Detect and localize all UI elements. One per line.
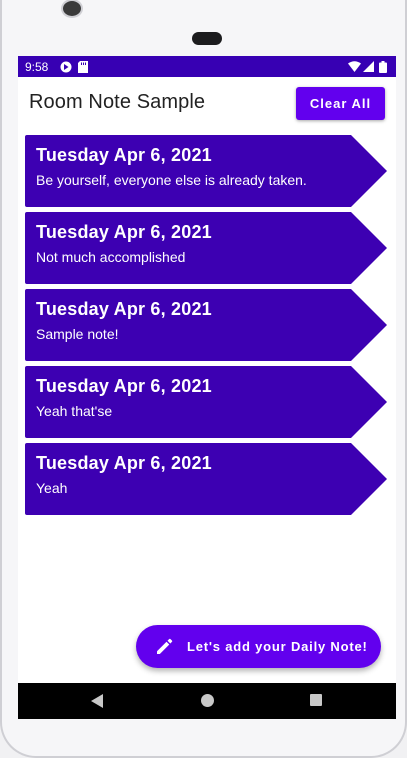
note-card[interactable]: Tuesday Apr 6, 2021 Not much accomplishe… [25,212,387,284]
note-text: Be yourself, everyone else is already ta… [36,172,307,188]
note-card[interactable]: Tuesday Apr 6, 2021 Yeah that'se [25,366,387,438]
note-date: Tuesday Apr 6, 2021 [36,453,212,473]
note-card[interactable]: Tuesday Apr 6, 2021 Be yourself, everyon… [25,135,387,207]
note-card[interactable]: Tuesday Apr 6, 2021 Yeah [25,443,387,515]
pencil-icon [157,638,173,654]
status-bar: 9:58 [18,56,396,77]
sd-card-icon [78,61,88,73]
cell-signal-icon [363,61,374,72]
note-date: Tuesday Apr 6, 2021 [36,299,212,319]
device-frame-container: 9:58 Room Note Sample Clear All Tuesday … [0,0,407,758]
system-nav-bar [18,683,396,719]
back-triangle-icon[interactable] [90,693,104,709]
app-title: Room Note Sample [29,91,206,113]
app-bar: Room Note Sample Clear All [18,77,396,133]
play-protect-icon [60,61,72,73]
app-screen: 9:58 Room Note Sample Clear All Tuesday … [18,56,396,719]
wifi-icon [348,61,361,72]
status-time: 9:58 [25,60,49,74]
note-card[interactable]: Tuesday Apr 6, 2021 Sample note! [25,289,387,361]
home-circle-icon[interactable] [200,693,215,708]
speaker-grille [192,32,222,45]
note-text: Yeah [36,480,68,496]
note-text: Yeah that'se [36,403,113,419]
note-date: Tuesday Apr 6, 2021 [36,376,212,396]
note-text: Not much accomplished [36,249,186,265]
add-note-fab[interactable]: Let's add your Daily Note! [136,625,381,668]
note-date: Tuesday Apr 6, 2021 [36,222,212,242]
battery-icon [379,61,387,73]
note-text: Sample note! [36,326,119,342]
recents-square-icon[interactable] [309,693,323,707]
clear-all-button[interactable]: Clear All [296,87,385,120]
note-date: Tuesday Apr 6, 2021 [36,145,212,165]
notes-list: Tuesday Apr 6, 2021 Be yourself, everyon… [25,135,389,520]
fab-label: Let's add your Daily Note! [187,639,368,654]
